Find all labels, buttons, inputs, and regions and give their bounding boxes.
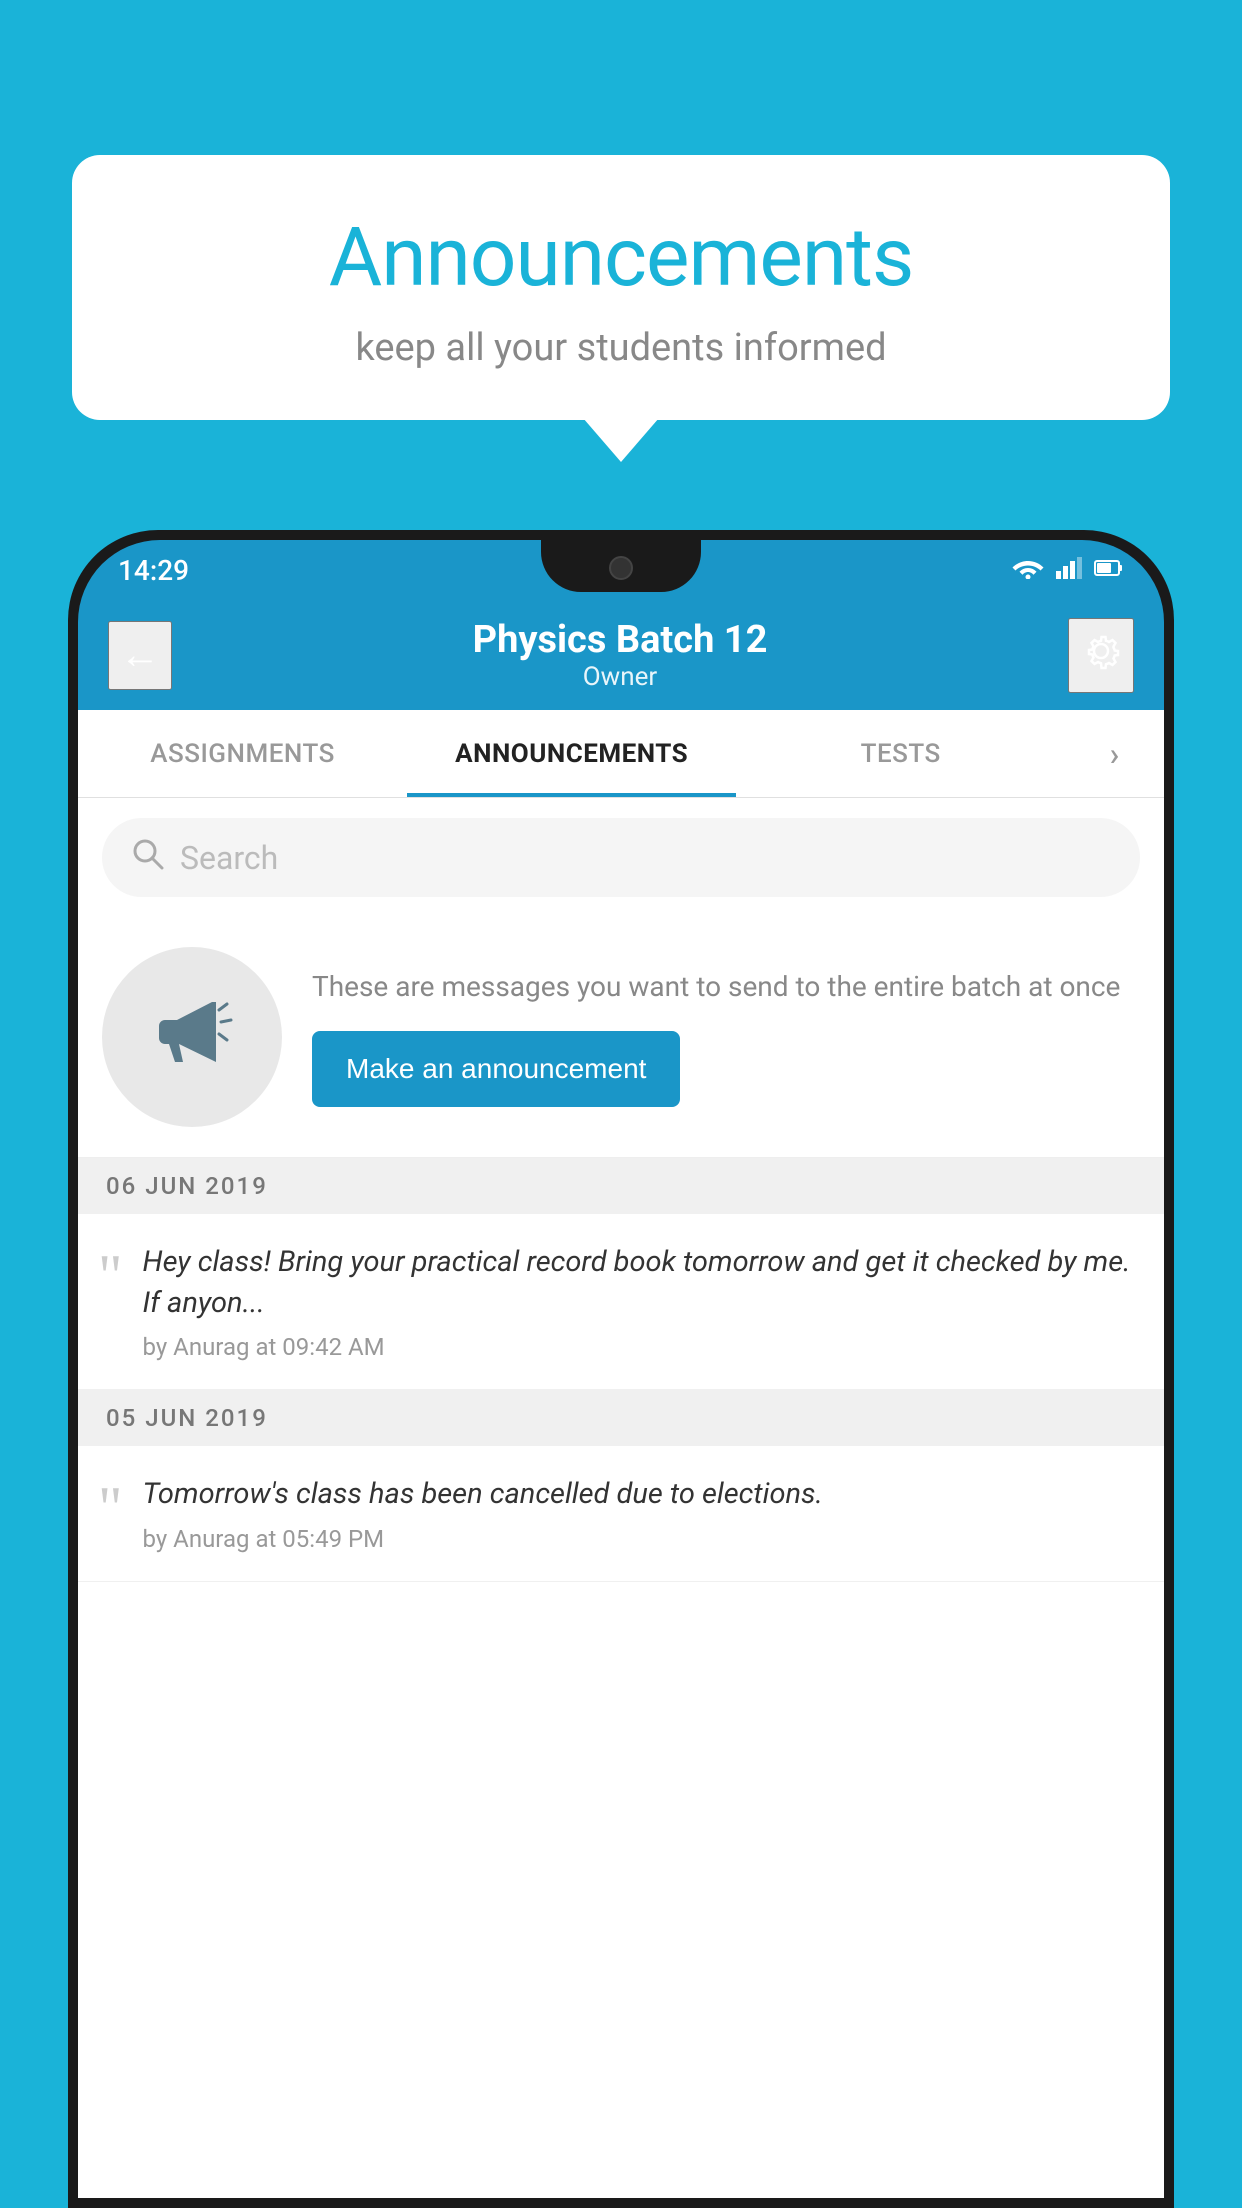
announcement-content-2: Tomorrow's class has been cancelled due … [143, 1474, 1137, 1553]
wifi-icon [1012, 557, 1044, 583]
announcement-meta-2: by Anurag at 05:49 PM [143, 1525, 1137, 1553]
announcement-text-2: Tomorrow's class has been cancelled due … [143, 1474, 1137, 1515]
status-time: 14:29 [118, 554, 189, 587]
search-container: Search [78, 798, 1164, 917]
back-button[interactable]: ← [108, 621, 172, 690]
battery-icon [1094, 559, 1124, 581]
content-area: Search These are message [78, 798, 1164, 2198]
speech-bubble-container: Announcements keep all your students inf… [72, 155, 1170, 420]
settings-button[interactable] [1068, 618, 1134, 693]
tab-bar: ASSIGNMENTS ANNOUNCEMENTS TESTS › [78, 710, 1164, 798]
announcement-meta-1: by Anurag at 09:42 AM [143, 1333, 1137, 1361]
megaphone-icon [147, 982, 237, 1092]
quote-icon-1: " [98, 1246, 123, 1306]
announcement-item-1[interactable]: " Hey class! Bring your practical record… [78, 1214, 1164, 1390]
empty-state: These are messages you want to send to t… [78, 917, 1164, 1158]
phone-notch [541, 540, 701, 592]
date-separator-2: 05 JUN 2019 [78, 1390, 1164, 1446]
search-bar[interactable]: Search [102, 818, 1140, 897]
quote-icon-2: " [98, 1478, 123, 1538]
empty-state-text: These are messages you want to send to t… [312, 967, 1140, 1106]
tab-tests[interactable]: TESTS [736, 710, 1065, 797]
phone-inner: 14:29 [78, 540, 1164, 2198]
signal-icon [1056, 557, 1082, 583]
status-icons [1012, 557, 1124, 583]
announcement-icon-circle [102, 947, 282, 1127]
app-bar-title: Physics Batch 12 [172, 618, 1068, 662]
search-placeholder: Search [180, 839, 278, 877]
app-bar-subtitle: Owner [172, 662, 1068, 692]
bubble-title: Announcements [132, 210, 1110, 306]
search-icon [130, 836, 164, 879]
front-camera [609, 556, 633, 580]
announcement-item-2[interactable]: " Tomorrow's class has been cancelled du… [78, 1446, 1164, 1582]
speech-bubble: Announcements keep all your students inf… [72, 155, 1170, 420]
tab-assignments[interactable]: ASSIGNMENTS [78, 710, 407, 797]
tab-announcements[interactable]: ANNOUNCEMENTS [407, 710, 736, 797]
announcement-text-1: Hey class! Bring your practical record b… [143, 1242, 1137, 1323]
app-bar: ← Physics Batch 12 Owner [78, 600, 1164, 710]
phone-frame: 14:29 [68, 530, 1174, 2208]
make-announcement-button[interactable]: Make an announcement [312, 1031, 680, 1107]
app-bar-center: Physics Batch 12 Owner [172, 618, 1068, 692]
announcement-content-1: Hey class! Bring your practical record b… [143, 1242, 1137, 1361]
date-separator-1: 06 JUN 2019 [78, 1158, 1164, 1214]
empty-state-description: These are messages you want to send to t… [312, 967, 1140, 1006]
tab-more[interactable]: › [1065, 710, 1164, 797]
bubble-subtitle: keep all your students informed [132, 326, 1110, 370]
